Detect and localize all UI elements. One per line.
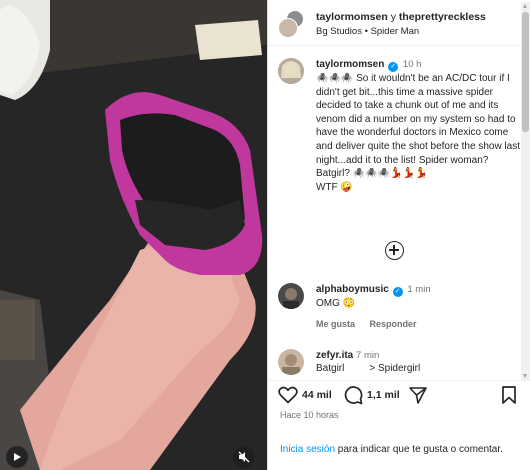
caption-body: 🕷️🕷️🕷️ So it wouldn't be an AC/DC tour i… — [316, 73, 521, 180]
avatar[interactable] — [278, 349, 304, 375]
author-link[interactable]: theprettyreckless — [399, 11, 486, 23]
play-button[interactable] — [6, 446, 28, 468]
heart-icon[interactable] — [278, 386, 298, 404]
send-icon[interactable] — [408, 385, 428, 405]
post-photo[interactable] — [0, 0, 267, 470]
comment-body: Batgirl > Spidergirl — [316, 363, 421, 374]
scroll-up-arrow-icon[interactable] — [523, 4, 527, 8]
like-count[interactable]: 44 mil — [302, 389, 332, 401]
post-actions-bar: 44 mil 1,1 mil Hace 10 horas Inicia sesi… — [268, 380, 530, 470]
caption-text: taylormomsen ✓ 10 h 🕷️🕷️🕷️ So it wouldn'… — [316, 58, 523, 194]
subtitle-separator: • — [364, 26, 368, 37]
muted-speaker-icon — [238, 451, 250, 463]
verified-icon: ✓ — [388, 62, 399, 72]
post-details-panel: taylormomsen y theprettyreckless Bg Stud… — [267, 0, 530, 470]
avatar-image — [278, 349, 304, 375]
play-icon — [14, 453, 21, 461]
comment-text: zefyr.ita 7 min Batgirl > Spidergirl — [316, 349, 516, 375]
leg-photo-illustration — [0, 0, 267, 470]
caption-time: 10 h — [402, 59, 422, 70]
post-timestamp[interactable]: Hace 10 horas — [280, 410, 339, 420]
comment-like-link[interactable]: Me gusta — [316, 319, 355, 329]
location-link[interactable]: Bg Studios — [316, 26, 362, 37]
post-authors: taylormomsen y theprettyreckless — [316, 11, 486, 23]
author-link[interactable]: taylormomsen — [316, 11, 388, 23]
share-action — [408, 384, 428, 406]
comment-reply-link[interactable]: Responder — [370, 319, 417, 329]
avatar — [278, 18, 298, 38]
caption-username[interactable]: taylormomsen — [316, 59, 384, 70]
post-header: taylormomsen y theprettyreckless Bg Stud… — [268, 0, 530, 46]
audio-link[interactable]: Spider Man — [371, 26, 420, 37]
like-action: 44 mil — [278, 384, 332, 406]
comment-text: alphaboymusic ✓ 1 min OMG 😳 — [316, 283, 516, 310]
comment-count[interactable]: 1,1 mil — [367, 389, 400, 401]
comment-username[interactable]: zefyr.ita — [316, 350, 353, 361]
scroll-down-arrow-icon[interactable] — [523, 374, 527, 378]
comment-icon[interactable] — [343, 385, 363, 405]
avatar[interactable] — [278, 58, 304, 84]
save-action — [501, 384, 517, 406]
avatar-image — [278, 58, 304, 84]
comment-body: OMG 😳 — [316, 298, 356, 309]
collab-avatars[interactable] — [278, 10, 306, 38]
plus-circle-icon[interactable] — [385, 241, 404, 260]
verified-icon: ✓ — [392, 287, 403, 297]
mute-button[interactable] — [233, 446, 255, 468]
avatar-image — [278, 283, 304, 309]
comment-time: 7 min — [356, 350, 380, 361]
login-prompt: Inicia sesión para indicar que te gusta … — [280, 443, 510, 457]
comment-time: 1 min — [407, 284, 431, 295]
login-link[interactable]: Inicia sesión — [280, 444, 335, 455]
comments-scrollbar[interactable] — [521, 2, 530, 380]
login-prompt-text: para indicar que te gusta o comentar. — [335, 444, 503, 455]
scroll-thumb[interactable] — [522, 12, 529, 132]
comment-username[interactable]: alphaboymusic — [316, 284, 389, 295]
comment-actions: Me gusta Responder — [316, 319, 429, 329]
bookmark-icon[interactable] — [501, 385, 517, 405]
post-subtitle: Bg Studios • Spider Man — [316, 26, 419, 37]
comment-action: 1,1 mil — [343, 384, 400, 406]
author-joiner: y — [390, 11, 396, 23]
action-row: 44 mil 1,1 mil — [278, 384, 528, 406]
avatar[interactable] — [278, 283, 304, 309]
caption-body-end: WTF 🤪 — [316, 181, 353, 193]
